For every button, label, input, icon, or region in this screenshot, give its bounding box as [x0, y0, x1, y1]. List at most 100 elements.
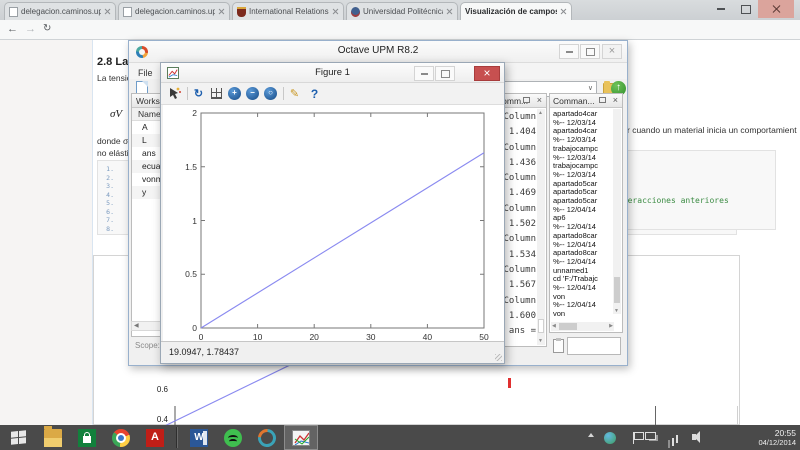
taskbar-button-explorer[interactable] — [36, 425, 70, 450]
history-item[interactable]: %-- 12/03/14 — [551, 136, 615, 145]
history-filter-input[interactable] — [567, 337, 621, 355]
browser-tab-5[interactable]: Visualización de campos e — [460, 2, 572, 20]
tab-close-icon[interactable] — [218, 8, 225, 15]
network-globe-icon[interactable] — [604, 432, 616, 444]
taskbar-button-spotify[interactable] — [216, 425, 250, 450]
command-history-panel: Comman... × apartado4car%-- 12/03/14apar… — [549, 93, 623, 333]
undock-icon[interactable] — [599, 97, 606, 103]
undock-icon[interactable] — [523, 97, 530, 103]
taskbar-button-chrome[interactable] — [104, 425, 138, 450]
taskbar-clock[interactable]: 20:55 04/12/2014 — [744, 428, 796, 447]
taskbar-button-start[interactable] — [0, 425, 36, 450]
history-item[interactable]: %-- 12/03/14 — [551, 154, 615, 163]
history-item[interactable]: unnamed1 — [551, 267, 615, 276]
history-item[interactable]: von — [551, 310, 615, 319]
figure-title-bar[interactable]: Figure 1 — [161, 63, 504, 83]
figure-maximize-button[interactable] — [435, 66, 455, 81]
browser-tab-4[interactable]: Universidad Politécnica d — [346, 2, 458, 20]
history-item[interactable]: apartado8car — [551, 232, 615, 241]
menu-file[interactable]: File — [138, 68, 153, 78]
history-item[interactable]: apartado5car — [551, 188, 615, 197]
zoom-reset-icon[interactable]: ○ — [263, 86, 278, 101]
figure-minimize-button[interactable] — [414, 66, 434, 81]
grid-icon[interactable] — [209, 86, 224, 101]
history-item[interactable]: apartado4car — [551, 110, 615, 119]
code-line-number: 6. — [100, 208, 114, 217]
resize-grip[interactable] — [495, 354, 502, 361]
clock-date: 04/12/2014 — [744, 438, 796, 447]
close-panel-icon[interactable]: × — [613, 95, 618, 105]
dual-monitor-icon[interactable] — [645, 432, 656, 440]
command-window-scrollbar[interactable]: ▲▼ — [537, 109, 545, 345]
history-item[interactable]: %-- 12/04/14 — [551, 258, 615, 267]
taskbar-button-octave[interactable] — [250, 425, 284, 450]
scope-label: Scope: — [135, 341, 160, 350]
history-hscrollbar[interactable]: ◀▶ — [551, 322, 614, 331]
help-icon[interactable]: ? — [307, 86, 322, 101]
signal-bars-icon[interactable] — [676, 435, 678, 443]
y-tick-label: 2 — [167, 108, 197, 118]
tab-close-icon[interactable] — [560, 8, 567, 15]
close-panel-icon[interactable]: × — [537, 95, 542, 105]
tab-close-icon[interactable] — [104, 8, 111, 15]
plot-canvas[interactable]: 00.511.5201020304050 — [163, 105, 504, 341]
history-item[interactable]: %-- 12/04/14 — [551, 223, 615, 232]
taskbar-button-adobe[interactable]: A — [138, 425, 172, 450]
history-item[interactable]: apartado4car — [551, 127, 615, 136]
code-line-number: 8. — [100, 225, 114, 234]
annotate-pencil-icon[interactable]: ✎ — [287, 86, 302, 101]
code-line-number: 2. — [100, 174, 114, 183]
tab-label: Visualización de campos e — [465, 7, 557, 16]
zoom-in-icon[interactable]: + — [227, 86, 242, 101]
octave-maximize-button[interactable] — [580, 44, 600, 59]
history-item[interactable]: %-- 12/04/14 — [551, 241, 615, 250]
back-icon[interactable]: ← — [7, 23, 18, 35]
action-center-flag-icon[interactable] — [633, 432, 634, 444]
browser-tab-1[interactable]: delegacion.caminos.upm — [4, 2, 116, 20]
workspace-hscrollbar[interactable]: ◀ — [131, 321, 161, 331]
octave-title-bar[interactable]: Octave UPM R8.2 — [129, 41, 627, 63]
taskbar-button-figure-plot[interactable] — [284, 425, 318, 450]
pointer-icon[interactable] — [167, 86, 182, 101]
command-history-header[interactable]: Comman... × — [550, 94, 622, 108]
tab-label: International Relations. St — [249, 7, 329, 16]
background-chart-ytick: 0.4 — [148, 415, 168, 424]
zoom-out-icon[interactable]: − — [245, 86, 260, 101]
browser-tab-3[interactable]: International Relations. St — [232, 2, 344, 20]
history-item[interactable]: cd 'F:/Trabajc — [551, 275, 615, 284]
taskbar-button-word[interactable]: W — [182, 425, 216, 450]
browser-maximize-button[interactable] — [733, 0, 758, 18]
history-item[interactable]: apartado5car — [551, 180, 615, 189]
rotate-icon[interactable]: ↻ — [191, 86, 206, 101]
y-tick-label: 0.5 — [167, 269, 197, 279]
history-item[interactable]: von — [551, 293, 615, 302]
octave-close-button[interactable] — [602, 44, 622, 59]
browser-tab-2[interactable]: delegacion.caminos.upm — [118, 2, 230, 20]
figure-close-button[interactable] — [474, 66, 500, 81]
history-item[interactable]: %-- 12/04/14 — [551, 301, 615, 310]
history-item[interactable]: apartado5car — [551, 197, 615, 206]
history-item[interactable]: trabajocampc — [551, 145, 615, 154]
tab-close-icon[interactable] — [446, 8, 453, 15]
reload-icon[interactable]: ↻ — [43, 23, 51, 34]
history-item[interactable]: %-- 12/03/14 — [551, 171, 615, 180]
wiki-sidebar — [0, 40, 93, 425]
browser-minimize-button[interactable] — [708, 0, 733, 18]
tab-close-icon[interactable] — [332, 8, 339, 15]
hidden-icons-caret-icon[interactable] — [588, 433, 594, 437]
history-item[interactable]: apartado8car — [551, 249, 615, 258]
browser-close-button[interactable] — [758, 0, 794, 18]
volume-icon[interactable] — [692, 434, 696, 440]
history-item[interactable]: ap6 — [551, 214, 615, 223]
taskbar-button-store[interactable] — [70, 425, 104, 450]
history-vscrollbar[interactable]: ▼ — [613, 109, 621, 314]
tab-label: delegacion.caminos.upm — [135, 7, 215, 16]
history-item[interactable]: %-- 12/04/14 — [551, 284, 615, 293]
octave-minimize-button[interactable] — [559, 44, 579, 59]
history-item[interactable]: %-- 12/04/14 — [551, 206, 615, 215]
history-item[interactable]: trabajocampc — [551, 162, 615, 171]
forward-icon[interactable]: → — [25, 23, 36, 35]
history-item[interactable]: %-- 12/03/14 — [551, 119, 615, 128]
code-line-number: 7. — [100, 216, 114, 225]
clipboard-icon[interactable] — [553, 339, 564, 353]
